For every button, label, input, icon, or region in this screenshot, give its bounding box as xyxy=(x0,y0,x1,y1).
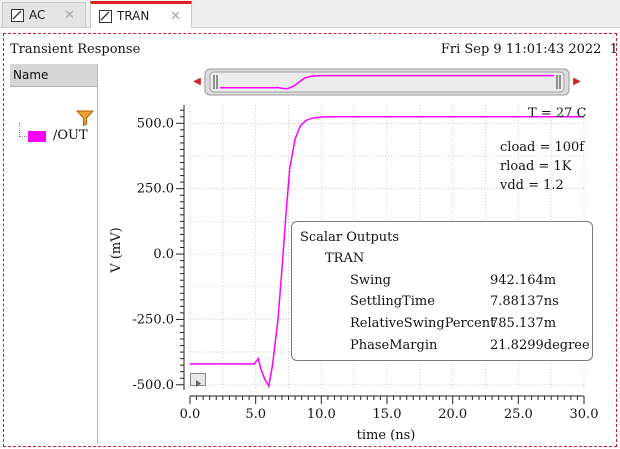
x-tick-label: 25.0 xyxy=(504,407,533,422)
param-vdd: vdd = 1.2 xyxy=(500,178,564,193)
param-cload: cload = 100f xyxy=(500,140,585,155)
scalar-row: SettlingTime 7.88137ns xyxy=(350,294,590,314)
temperature-label: T = 27 C xyxy=(528,106,587,121)
play-icon[interactable] xyxy=(190,373,206,387)
x-tick-label: 10.0 xyxy=(307,407,336,422)
scalar-value: 7.88137ns xyxy=(490,294,559,309)
x-tick-label: 15.0 xyxy=(373,407,402,422)
y-tick-label: 500.0 xyxy=(137,116,174,131)
scalar-name: Swing xyxy=(350,273,391,288)
scalar-value: 21.8299degree xyxy=(490,338,590,353)
scalar-outputs-section: TRAN xyxy=(325,251,365,266)
y-tick-label: 250.0 xyxy=(137,182,174,197)
param-rload: rload = 1K xyxy=(500,159,572,174)
y-tick-label: 0.0 xyxy=(153,247,174,262)
x-axis-label: time (ns) xyxy=(357,428,416,443)
y-tick-label: -250.0 xyxy=(132,312,174,327)
y-axis-label: V (mV) xyxy=(109,227,124,273)
x-tick-label: 30.0 xyxy=(570,407,599,422)
scalar-row: PhaseMargin 21.8299degree xyxy=(350,338,590,358)
x-tick-label: 5.0 xyxy=(245,407,266,422)
scalar-outputs-title: Scalar Outputs xyxy=(300,230,400,245)
scalar-outputs-box[interactable]: Scalar Outputs TRAN Swing 942.164m Settl… xyxy=(291,221,593,361)
scalar-name: SettlingTime xyxy=(350,294,435,309)
scalar-row: RelativeSwingPercent 785.137m xyxy=(350,316,590,336)
scalar-name: RelativeSwingPercent xyxy=(350,316,496,331)
x-tick-label: 0.0 xyxy=(180,407,201,422)
scalar-row: Swing 942.164m xyxy=(350,273,590,293)
scalar-value: 942.164m xyxy=(490,273,557,288)
x-tick-label: 20.0 xyxy=(438,407,467,422)
scalar-name: PhaseMargin xyxy=(350,338,438,353)
y-tick-label: -500.0 xyxy=(132,378,174,393)
scalar-value: 785.137m xyxy=(490,316,557,331)
